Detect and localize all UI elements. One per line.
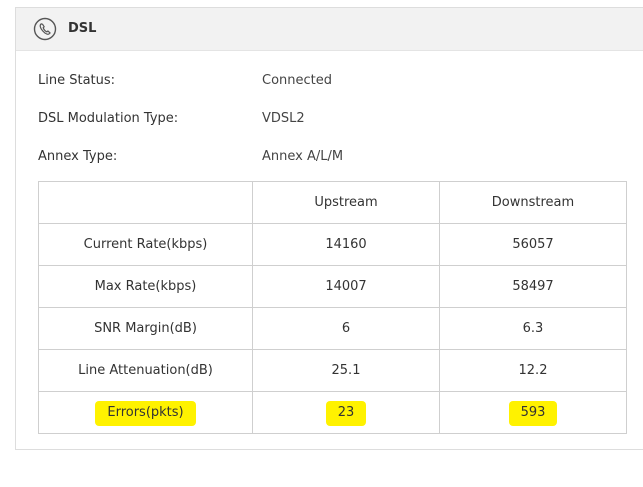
- table-header-row: Upstream Downstream: [38, 181, 627, 224]
- section-title: DSL: [68, 21, 97, 36]
- downstream-value: 12.2: [439, 349, 627, 392]
- header-empty: [38, 181, 253, 224]
- row-label: Current Rate(kbps): [38, 223, 253, 266]
- row-label: Line Attenuation(dB): [38, 349, 253, 392]
- errors-downstream-value: 593: [508, 401, 558, 426]
- table-row: Current Rate(kbps) 14160 56057: [38, 223, 627, 266]
- table-row: Max Rate(kbps) 14007 58497: [38, 265, 627, 308]
- phone-icon: [33, 17, 57, 41]
- upstream-value: 6: [252, 307, 440, 350]
- modulation-type-label: DSL Modulation Type:: [38, 111, 179, 126]
- downstream-value: 56057: [439, 223, 627, 266]
- table-row-errors: Errors(pkts) 23 593: [38, 391, 627, 434]
- line-status-label: Line Status:: [38, 73, 116, 88]
- table-row: SNR Margin(dB) 6 6.3: [38, 307, 627, 350]
- line-status-value: Connected: [262, 73, 333, 88]
- upstream-value: 14160: [252, 223, 440, 266]
- upstream-value: 14007: [252, 265, 440, 308]
- panel-header: DSL: [16, 8, 643, 51]
- dsl-stats-table: Upstream Downstream Current Rate(kbps) 1…: [38, 181, 627, 434]
- errors-label: Errors(pkts): [95, 401, 196, 426]
- errors-upstream-value: 23: [325, 401, 367, 426]
- header-upstream: Upstream: [252, 181, 440, 224]
- row-label: Max Rate(kbps): [38, 265, 253, 308]
- row-label: SNR Margin(dB): [38, 307, 253, 350]
- downstream-value: 6.3: [439, 307, 627, 350]
- annex-type-value: Annex A/L/M: [262, 149, 344, 164]
- dsl-panel: DSL Line Status: Connected DSL Modulatio…: [15, 7, 643, 450]
- annex-type-label: Annex Type:: [38, 149, 118, 164]
- table-row: Line Attenuation(dB) 25.1 12.2: [38, 349, 627, 392]
- modulation-type-value: VDSL2: [262, 111, 305, 126]
- header-downstream: Downstream: [439, 181, 627, 224]
- downstream-value: 58497: [439, 265, 627, 308]
- upstream-value: 25.1: [252, 349, 440, 392]
